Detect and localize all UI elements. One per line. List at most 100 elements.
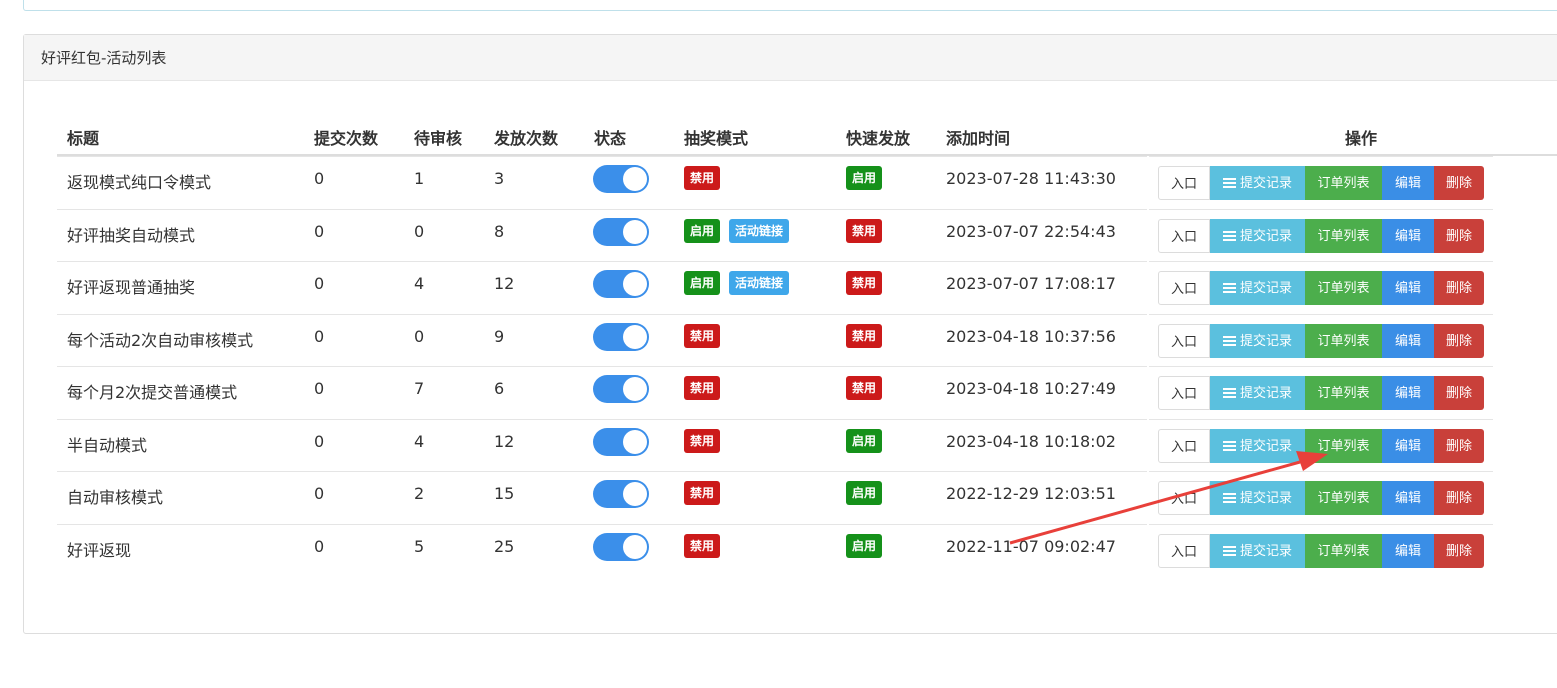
row-divider	[57, 261, 1147, 262]
order-list-button[interactable]: 订单列表	[1305, 218, 1382, 253]
submit-records-button[interactable]: 提交记录	[1210, 218, 1305, 253]
row-title: 每个活动2次自动审核模式	[67, 330, 254, 350]
row-divider	[57, 471, 1147, 472]
edit-button[interactable]: 编辑	[1382, 376, 1434, 410]
table-row: 返现模式纯口令模式 0 1 3 禁用 启用 2023-07-28 11:43:3…	[57, 156, 1557, 209]
entry-button[interactable]: 入口	[1158, 323, 1210, 358]
row-submissions: 0	[314, 536, 325, 556]
order-list-button[interactable]: 订单列表	[1305, 166, 1382, 200]
status-toggle[interactable]	[593, 427, 649, 456]
activity-link-badge[interactable]: 活动链接	[729, 271, 790, 295]
list-icon	[1222, 230, 1236, 241]
table-row: 好评抽奖自动模式 0 0 8 启用 活动链接 禁用 2023-07-07 22:…	[57, 208, 1557, 262]
fast-issue-badge: 启用	[846, 481, 883, 505]
row-divider-actions	[1149, 156, 1493, 157]
edit-button[interactable]: 编辑	[1382, 428, 1434, 463]
order-list-button[interactable]: 订单列表	[1305, 533, 1382, 568]
entry-button[interactable]: 入口	[1158, 271, 1210, 305]
order-list-button[interactable]: 订单列表	[1305, 428, 1382, 463]
toggle-knob	[623, 482, 647, 506]
lottery-mode-badge: 禁用	[684, 481, 721, 505]
edit-button[interactable]: 编辑	[1382, 218, 1434, 253]
status-toggle[interactable]	[593, 375, 649, 403]
submit-records-label: 提交记录	[1239, 385, 1292, 400]
row-title: 好评返现	[67, 540, 132, 560]
panel-title: 好评红包-活动列表	[24, 35, 1557, 81]
row-divider	[57, 208, 1147, 210]
list-icon	[1222, 178, 1236, 188]
table-row: 自动审核模式 0 2 15 禁用 启用 2022-12-29 12:03:51 …	[57, 471, 1557, 524]
row-actions: 入口 提交记录 订单列表 编辑 删除	[1158, 533, 1484, 568]
submit-records-button[interactable]: 提交记录	[1210, 376, 1305, 410]
row-issued: 12	[494, 274, 515, 293]
edit-button[interactable]: 编辑	[1382, 481, 1434, 515]
submit-records-label: 提交记录	[1239, 437, 1292, 453]
table-row: 每个活动2次自动审核模式 0 0 9 禁用 禁用 2023-04-18 10:3…	[57, 313, 1557, 367]
status-toggle[interactable]	[593, 322, 649, 351]
row-added-time: 2023-07-07 22:54:43	[946, 221, 1116, 241]
submit-records-label: 提交记录	[1239, 332, 1292, 348]
activity-table: 标题 提交次数 待审核 发放次数 状态 抽奖模式 快速发放 添加时间 操作 返现…	[57, 114, 1557, 576]
submit-records-button[interactable]: 提交记录	[1210, 428, 1305, 463]
delete-button[interactable]: 删除	[1434, 218, 1484, 253]
table-body: 返现模式纯口令模式 0 1 3 禁用 启用 2023-07-28 11:43:3…	[57, 156, 1557, 576]
delete-button[interactable]: 删除	[1434, 323, 1484, 358]
edit-button[interactable]: 编辑	[1382, 166, 1434, 200]
delete-button[interactable]: 删除	[1434, 533, 1484, 568]
row-pending: 5	[414, 536, 425, 556]
list-icon	[1222, 493, 1236, 503]
submit-records-label: 提交记录	[1239, 227, 1292, 243]
submit-records-button[interactable]: 提交记录	[1210, 533, 1305, 568]
col-issued: 发放次数	[494, 129, 559, 148]
entry-button[interactable]: 入口	[1158, 376, 1210, 410]
entry-button[interactable]: 入口	[1158, 166, 1210, 200]
status-toggle[interactable]	[593, 270, 649, 298]
table-row: 半自动模式 0 4 12 禁用 启用 2023-04-18 10:18:02 入…	[57, 418, 1557, 472]
entry-button[interactable]: 入口	[1158, 481, 1210, 515]
submit-records-button[interactable]: 提交记录	[1210, 481, 1305, 515]
row-submissions: 0	[314, 169, 325, 188]
submit-records-button[interactable]: 提交记录	[1210, 323, 1305, 358]
toggle-knob	[623, 377, 647, 401]
row-divider-actions	[1149, 313, 1493, 315]
activity-link-badge[interactable]: 活动链接	[729, 218, 790, 243]
lottery-mode-badge: 禁用	[684, 166, 721, 190]
fast-issue-badge: 禁用	[846, 218, 883, 243]
row-title: 好评抽奖自动模式	[67, 225, 196, 245]
fast-issue-badge: 启用	[846, 428, 883, 453]
row-pending: 0	[414, 326, 425, 346]
edit-button[interactable]: 编辑	[1382, 323, 1434, 358]
row-divider	[57, 313, 1147, 315]
edit-button[interactable]: 编辑	[1382, 271, 1434, 305]
row-actions: 入口 提交记录 订单列表 编辑 删除	[1158, 428, 1484, 463]
order-list-button[interactable]: 订单列表	[1305, 376, 1382, 410]
row-pending: 2	[414, 484, 425, 503]
row-title: 自动审核模式	[67, 488, 164, 507]
order-list-button[interactable]: 订单列表	[1305, 481, 1382, 515]
delete-button[interactable]: 删除	[1434, 428, 1484, 463]
order-list-button[interactable]: 订单列表	[1305, 323, 1382, 358]
table-row: 每个月2次提交普通模式 0 7 6 禁用 禁用 2023-04-18 10:27…	[57, 366, 1557, 419]
status-toggle[interactable]	[593, 217, 649, 246]
entry-button[interactable]: 入口	[1158, 218, 1210, 253]
delete-button[interactable]: 删除	[1434, 376, 1484, 410]
submit-records-button[interactable]: 提交记录	[1210, 271, 1305, 305]
delete-button[interactable]: 删除	[1434, 166, 1484, 200]
entry-button[interactable]: 入口	[1158, 428, 1210, 463]
submit-records-button[interactable]: 提交记录	[1210, 166, 1305, 200]
col-status: 状态	[594, 129, 627, 148]
row-added-time: 2023-04-18 10:18:02	[946, 431, 1116, 451]
delete-button[interactable]: 删除	[1434, 481, 1484, 515]
col-submissions: 提交次数	[314, 129, 379, 148]
lottery-mode-badge: 禁用	[684, 533, 721, 558]
lottery-mode-badge: 禁用	[684, 428, 721, 453]
delete-button[interactable]: 删除	[1434, 271, 1484, 305]
entry-button[interactable]: 入口	[1158, 533, 1210, 568]
edit-button[interactable]: 编辑	[1382, 533, 1434, 568]
fast-issue-badge: 禁用	[846, 376, 883, 400]
row-submissions: 0	[314, 379, 325, 398]
status-toggle[interactable]	[593, 532, 649, 561]
order-list-button[interactable]: 订单列表	[1305, 271, 1382, 305]
status-toggle[interactable]	[593, 480, 649, 508]
status-toggle[interactable]	[593, 165, 649, 193]
